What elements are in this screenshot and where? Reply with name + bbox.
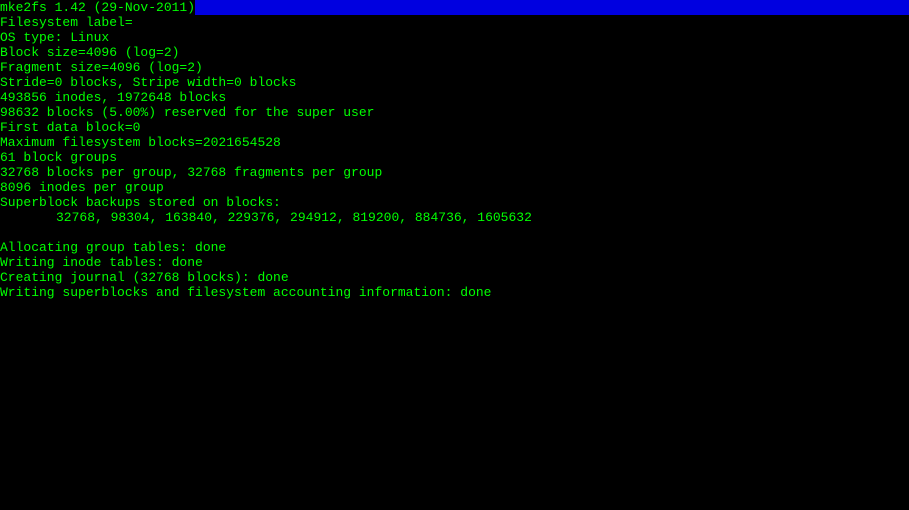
output-line: 61 block groups (0, 150, 909, 165)
output-line: 493856 inodes, 1972648 blocks (0, 90, 909, 105)
output-line: Filesystem label= (0, 15, 909, 30)
terminal[interactable]: mke2fs 1.42 (29-Nov-2011) Filesystem lab… (0, 0, 909, 510)
status-line: Writing inode tables: done (0, 255, 909, 270)
highlight-bar (195, 0, 909, 15)
output-line: 98632 blocks (5.00%) reserved for the su… (0, 105, 909, 120)
output-line: Superblock backups stored on blocks: (0, 195, 909, 210)
status-line: Creating journal (32768 blocks): done (0, 270, 909, 285)
status-line: Writing superblocks and filesystem accou… (0, 285, 909, 300)
backup-blocks-list: 32768, 98304, 163840, 229376, 294912, 81… (0, 210, 909, 225)
status-line: Allocating group tables: done (0, 240, 909, 255)
output-line: Block size=4096 (log=2) (0, 45, 909, 60)
header-line: mke2fs 1.42 (29-Nov-2011) (0, 0, 909, 15)
output-line: Fragment size=4096 (log=2) (0, 60, 909, 75)
output-line: Maximum filesystem blocks=2021654528 (0, 135, 909, 150)
output-line: 8096 inodes per group (0, 180, 909, 195)
output-line: Stride=0 blocks, Stripe width=0 blocks (0, 75, 909, 90)
output-line: 32768 blocks per group, 32768 fragments … (0, 165, 909, 180)
blank-line (0, 225, 909, 240)
output-line: OS type: Linux (0, 30, 909, 45)
mke2fs-version: mke2fs 1.42 (29-Nov-2011) (0, 0, 195, 15)
output-line: First data block=0 (0, 120, 909, 135)
